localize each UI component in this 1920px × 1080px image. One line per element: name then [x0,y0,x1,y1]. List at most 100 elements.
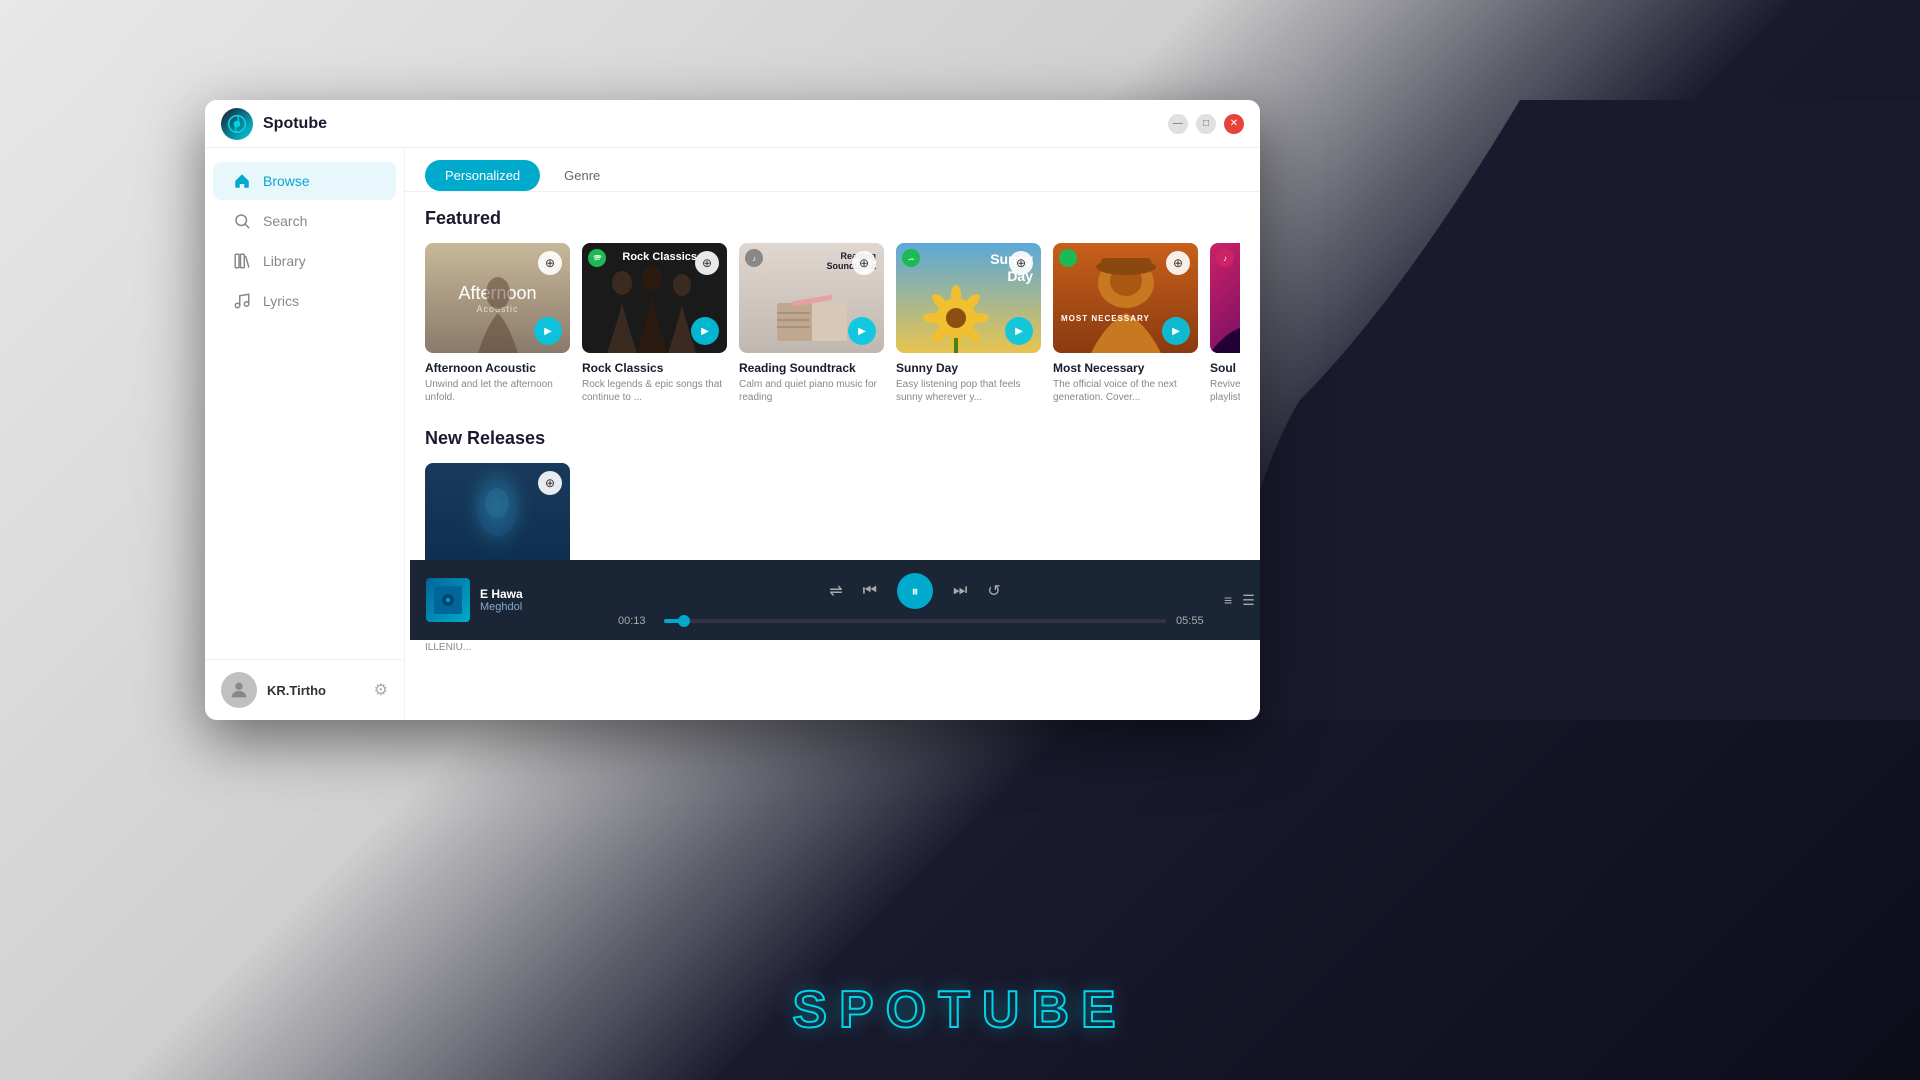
progress-fill [664,619,684,623]
now-playing-info: E Hawa Meghdol [480,587,606,613]
lyrics-label: Lyrics [263,293,299,309]
card-image-afternoon: Afternoon Acoustic ⊕ ▶ [425,243,570,353]
time-current: 00:13 [618,615,654,627]
card-add-reading[interactable]: ⊕ [852,251,876,275]
browse-label: Browse [263,173,310,189]
card-play-reading[interactable]: ▶ [848,317,876,345]
library-icon [233,252,251,270]
brand-bottom-text: SPOTUBE [792,980,1127,1040]
minimize-button[interactable]: — [1168,114,1188,134]
card-title-rock: Rock Classics [582,361,727,375]
next-button[interactable]: ⏭ [953,582,967,600]
now-playing: E Hawa Meghdol [426,578,606,622]
card-desc-sunny: Easy listening pop that feels sunny wher… [896,378,1041,404]
card-desc-rock: Rock legends & epic songs that continue … [582,378,727,404]
card-image-necessary: MOST NECESSARY ⊕ ▶ [1053,243,1198,353]
user-name: KR.Tirtho [267,683,364,698]
sidebar: Browse Search Library [205,148,405,720]
now-playing-album-icon [434,586,462,614]
time-total: 05:55 [1176,615,1212,627]
now-playing-art [426,578,470,622]
card-desc-necessary: The official voice of the next generatio… [1053,378,1198,404]
card-sunny-day[interactable]: SunnyDay [896,243,1041,404]
app-title: Spotube [263,115,1168,133]
window-controls: — □ ✕ [1168,114,1244,134]
shuffle-button[interactable]: ⇌ [829,581,842,601]
tabs-bar: Personalized Genre [405,148,1260,192]
card-play-sunny[interactable]: ▶ [1005,317,1033,345]
card-play-afternoon[interactable]: ▶ [534,317,562,345]
card-play-rock[interactable]: ▶ [691,317,719,345]
tab-genre[interactable]: Genre [544,160,620,191]
card-desc-reading: Calm and quiet piano music for reading [739,378,884,404]
settings-icon[interactable]: ⚙ [374,680,388,700]
now-playing-artist: Meghdol [480,601,606,613]
pause-button[interactable]: ⏸ [897,573,933,609]
card-reading-soundtrack[interactable]: ReadingSoundtrack [739,243,884,404]
card-image-reading: ReadingSoundtrack [739,243,884,353]
repeat-button[interactable]: ↺ [987,581,1000,601]
spotify-logo-necessary [1059,249,1077,267]
progress-thumb [678,615,690,627]
user-avatar [221,672,257,708]
card-add-rock[interactable]: ⊕ [695,251,719,275]
soul-art-svg [1210,293,1240,353]
featured-title: Featured [425,208,1240,229]
queue-button[interactable]: ☰ [1242,592,1255,609]
reading-logo: ♪ [745,249,763,267]
card-desc-soul: Revive your soul with this playlist, fea… [1210,378,1240,404]
lyrics-icon [233,292,251,310]
card-add-sunny[interactable]: ⊕ [1009,251,1033,275]
sidebar-item-search[interactable]: Search [213,202,396,240]
lyrics-button[interactable]: ≡ [1224,592,1232,608]
card-image-soul: Soul Revived ♪ [1210,243,1240,353]
tab-personalized[interactable]: Personalized [425,160,540,191]
card-rock-classics[interactable]: Rock Classics [582,243,727,404]
progress-row: 00:13 05:55 [618,615,1212,627]
new-releases-title: New Releases [425,428,1240,449]
nav-items: Browse Search Library [205,148,404,659]
card-add-afternoon[interactable]: ⊕ [538,251,562,275]
player-bar: E Hawa Meghdol ⇌ ⏮ ⏸ ⏭ ↺ 00:13 05:55 [410,560,1260,640]
sidebar-item-browse[interactable]: Browse [213,162,396,200]
player-right: ≡ ☰ ⬇ ♥ ⏱ ⛶ 🔊 [1224,592,1260,609]
necessary-art-text: MOST NECESSARY [1061,314,1150,323]
featured-cards-row: Afternoon Acoustic ⊕ ▶ [425,243,1240,404]
card-play-necessary[interactable]: ▶ [1162,317,1190,345]
card-most-necessary[interactable]: MOST NECESSARY ⊕ ▶ Most Necessary The of… [1053,243,1198,404]
player-controls: ⇌ ⏮ ⏸ ⏭ ↺ [829,573,1001,609]
card-image-sunny: SunnyDay [896,243,1041,353]
previous-button[interactable]: ⏮ [863,582,877,600]
card-add-necessary[interactable]: ⊕ [1166,251,1190,275]
progress-bar[interactable] [664,619,1166,623]
close-button[interactable]: ✕ [1224,114,1244,134]
avatar-icon [228,679,250,701]
app-logo [221,108,253,140]
card-title-soul: Soul Revived [1210,361,1240,375]
spotify-logo-sunny [902,249,920,267]
player-center: ⇌ ⏮ ⏸ ⏭ ↺ 00:13 05:55 [618,573,1212,627]
logo-icon [227,114,247,134]
card-add-seeyou[interactable]: ⊕ [538,471,562,495]
card-afternoon-acoustic[interactable]: Afternoon Acoustic ⊕ ▶ [425,243,570,404]
now-playing-title: E Hawa [480,587,606,601]
card-desc-afternoon: Unwind and let the afternoon unfold. [425,378,570,404]
soul-logo: ♪ [1216,249,1234,267]
app-window: Spotube — □ ✕ Browse [205,100,1260,720]
search-icon [233,212,251,230]
sidebar-item-library[interactable]: Library [213,242,396,280]
sidebar-item-lyrics[interactable]: Lyrics [213,282,396,320]
card-title-necessary: Most Necessary [1053,361,1198,375]
card-title-sunny: Sunny Day [896,361,1041,375]
title-bar: Spotube — □ ✕ [205,100,1260,148]
rock-art-text: Rock Classics [622,251,697,263]
card-title-reading: Reading Soundtrack [739,361,884,375]
card-title-afternoon: Afternoon Acoustic [425,361,570,375]
sunny-art-svg [906,263,1006,353]
reading-art-svg [772,293,852,343]
library-label: Library [263,253,306,269]
dark-wave-shape [1200,100,1920,720]
spotify-logo-rock [588,249,606,267]
maximize-button[interactable]: □ [1196,114,1216,134]
card-soul-revived[interactable]: Soul Revived ♪ [1210,243,1240,404]
